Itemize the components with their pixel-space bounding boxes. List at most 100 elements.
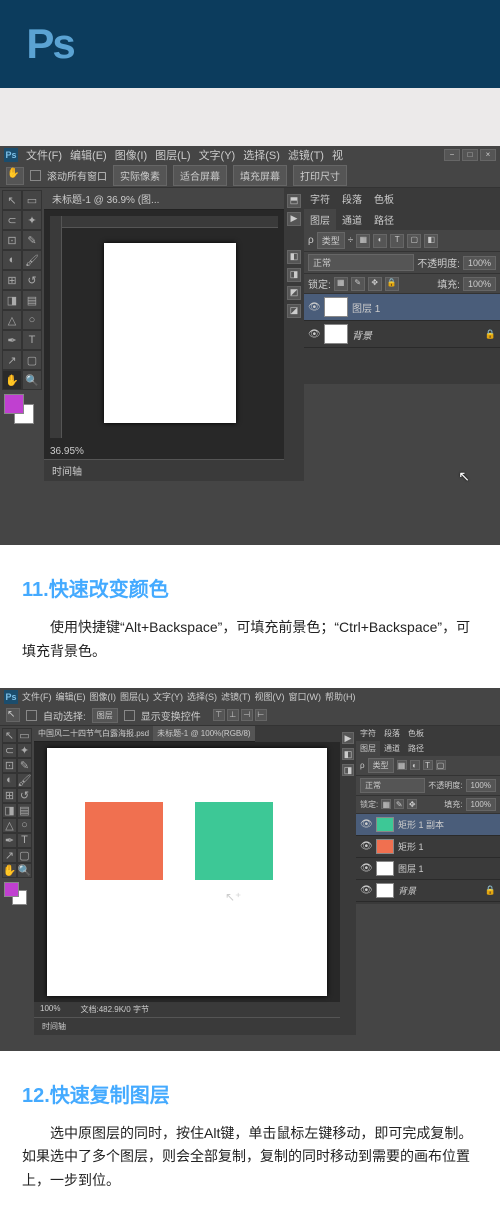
wand-tool[interactable]: ✦ (17, 743, 32, 758)
maximize-button[interactable]: □ (462, 149, 478, 161)
brush-tool[interactable]: 🖌 (17, 773, 32, 788)
panel-icon[interactable]: ◧ (342, 748, 354, 760)
eyedropper-tool[interactable]: ✎ (17, 758, 32, 773)
layer-item[interactable]: 👁 图层 1 (304, 294, 500, 321)
gradient-tool[interactable]: ▤ (17, 803, 32, 818)
foreground-swatch[interactable] (4, 394, 24, 414)
scroll-all-checkbox[interactable] (30, 170, 41, 181)
history-tool[interactable]: ↺ (22, 270, 42, 290)
type-tool[interactable]: T (17, 833, 32, 848)
move-tool[interactable]: ↖ (2, 190, 22, 210)
stamp-tool[interactable]: ⊞ (2, 270, 22, 290)
menu-edit[interactable]: 编辑(E) (70, 147, 107, 163)
minimize-button[interactable]: − (444, 149, 460, 161)
color-swatches[interactable] (2, 882, 32, 910)
toggle-icon[interactable]: ⬒ (287, 194, 301, 208)
canvas[interactable]: ↖⁺ (34, 742, 340, 1002)
menu-layer[interactable]: 图层(L) (155, 147, 190, 163)
tab-layers[interactable]: 图层 (304, 209, 336, 230)
lock-pixel-icon[interactable]: ✎ (351, 277, 365, 291)
filter-type-icon[interactable]: T (390, 234, 404, 248)
menu-view[interactable]: 视 (332, 147, 343, 163)
menu-help[interactable]: 帮助(H) (325, 690, 356, 703)
move-tool[interactable]: ↖ (2, 728, 17, 743)
lasso-tool[interactable]: ⊂ (2, 743, 17, 758)
panel-icon[interactable]: ◩ (287, 286, 301, 300)
blend-dropdown[interactable]: 正常 (308, 254, 414, 271)
kind-dropdown[interactable]: 类型 (317, 232, 345, 249)
filter-icon[interactable]: T (423, 760, 433, 770)
visibility-icon[interactable]: 👁 (360, 885, 372, 896)
type-tool[interactable]: T (22, 330, 42, 350)
foreground-swatch[interactable] (4, 882, 19, 897)
opacity-value[interactable]: 100% (466, 779, 496, 792)
menu-select[interactable]: 选择(S) (243, 147, 280, 163)
lock-icon[interactable]: ✥ (407, 799, 417, 809)
zoom-tool[interactable]: 🔍 (22, 370, 42, 390)
tab-layers[interactable]: 图层 (356, 741, 380, 756)
dodge-tool[interactable]: ○ (17, 818, 32, 833)
green-rect[interactable] (195, 802, 273, 880)
document-tab-active[interactable]: 未标题-1 @ 100%(RGB/8) (153, 726, 254, 742)
heal-tool[interactable]: ◐ (2, 773, 17, 788)
tab-swatch[interactable]: 色板 (404, 726, 428, 741)
path-tool[interactable]: ↗ (2, 848, 17, 863)
panel-icon[interactable]: ◨ (287, 268, 301, 282)
eyedropper-tool[interactable]: ✎ (22, 230, 42, 250)
hand-tool[interactable]: ✋ (2, 370, 22, 390)
fill-value[interactable]: 100% (463, 277, 496, 291)
panel-icon[interactable]: ◪ (287, 304, 301, 318)
autoselect-dropdown[interactable]: 图层 (92, 708, 118, 723)
eraser-tool[interactable]: ◨ (2, 803, 17, 818)
blur-tool[interactable]: △ (2, 310, 22, 330)
kind-dropdown[interactable]: 类型 (368, 758, 394, 773)
stamp-tool[interactable]: ⊞ (2, 788, 17, 803)
dodge-tool[interactable]: ○ (22, 310, 42, 330)
menu-window[interactable]: 窗口(W) (289, 690, 322, 703)
marquee-tool[interactable]: ▭ (22, 190, 42, 210)
tab-channels[interactable]: 通道 (380, 741, 404, 756)
lock-icon[interactable]: ✎ (394, 799, 404, 809)
document-tab[interactable]: 未标题-1 @ 36.9% (图... (44, 188, 284, 210)
tab-para[interactable]: 段落 (336, 188, 368, 209)
timeline-tab[interactable]: 时间轴 (34, 1017, 340, 1035)
layer-item[interactable]: 👁 背景 🔒 (304, 321, 500, 348)
tab-paths[interactable]: 路径 (404, 741, 428, 756)
layer-item[interactable]: 👁 背景 🔒 (356, 880, 500, 902)
print-size-button[interactable]: 打印尺寸 (293, 165, 347, 186)
tab-para[interactable]: 段落 (380, 726, 404, 741)
menu-filter[interactable]: 滤镜(T) (221, 690, 251, 703)
tab-char[interactable]: 字符 (356, 726, 380, 741)
eraser-tool[interactable]: ◨ (2, 290, 22, 310)
menu-image[interactable]: 图像(I) (115, 147, 147, 163)
timeline-tab[interactable]: 时间轴 (44, 459, 284, 481)
opacity-value[interactable]: 100% (463, 256, 496, 270)
brush-tool[interactable]: 🖌 (22, 250, 42, 270)
lasso-tool[interactable]: ⊂ (2, 210, 22, 230)
tab-channels[interactable]: 通道 (336, 209, 368, 230)
align-icon[interactable]: ⊤ (213, 709, 225, 721)
fill-screen-button[interactable]: 填充屏幕 (233, 165, 287, 186)
layer-item[interactable]: 👁 图层 1 (356, 858, 500, 880)
visibility-icon[interactable]: 👁 (360, 863, 372, 874)
fit-screen-button[interactable]: 适合屏幕 (173, 165, 227, 186)
shape-tool[interactable]: ▢ (17, 848, 32, 863)
tab-swatch[interactable]: 色板 (368, 188, 400, 209)
showtrans-checkbox[interactable] (124, 710, 135, 721)
pen-tool[interactable]: ✒ (2, 330, 22, 350)
menu-edit[interactable]: 编辑(E) (56, 690, 86, 703)
fill-value[interactable]: 100% (466, 798, 496, 811)
panel-icon[interactable]: ▶ (342, 732, 354, 744)
shape-tool[interactable]: ▢ (22, 350, 42, 370)
align-icon[interactable]: ⊣ (241, 709, 253, 721)
visibility-icon[interactable]: 👁 (360, 819, 372, 830)
zoom-tool[interactable]: 🔍 (17, 863, 32, 878)
menu-select[interactable]: 选择(S) (187, 690, 217, 703)
menu-filter[interactable]: 滤镜(T) (288, 147, 324, 163)
tab-char[interactable]: 字符 (304, 188, 336, 209)
align-icon[interactable]: ⊢ (255, 709, 267, 721)
visibility-icon[interactable]: 👁 (308, 329, 320, 340)
visibility-icon[interactable]: 👁 (360, 841, 372, 852)
orange-rect[interactable] (85, 802, 163, 880)
menu-view[interactable]: 视图(V) (255, 690, 285, 703)
